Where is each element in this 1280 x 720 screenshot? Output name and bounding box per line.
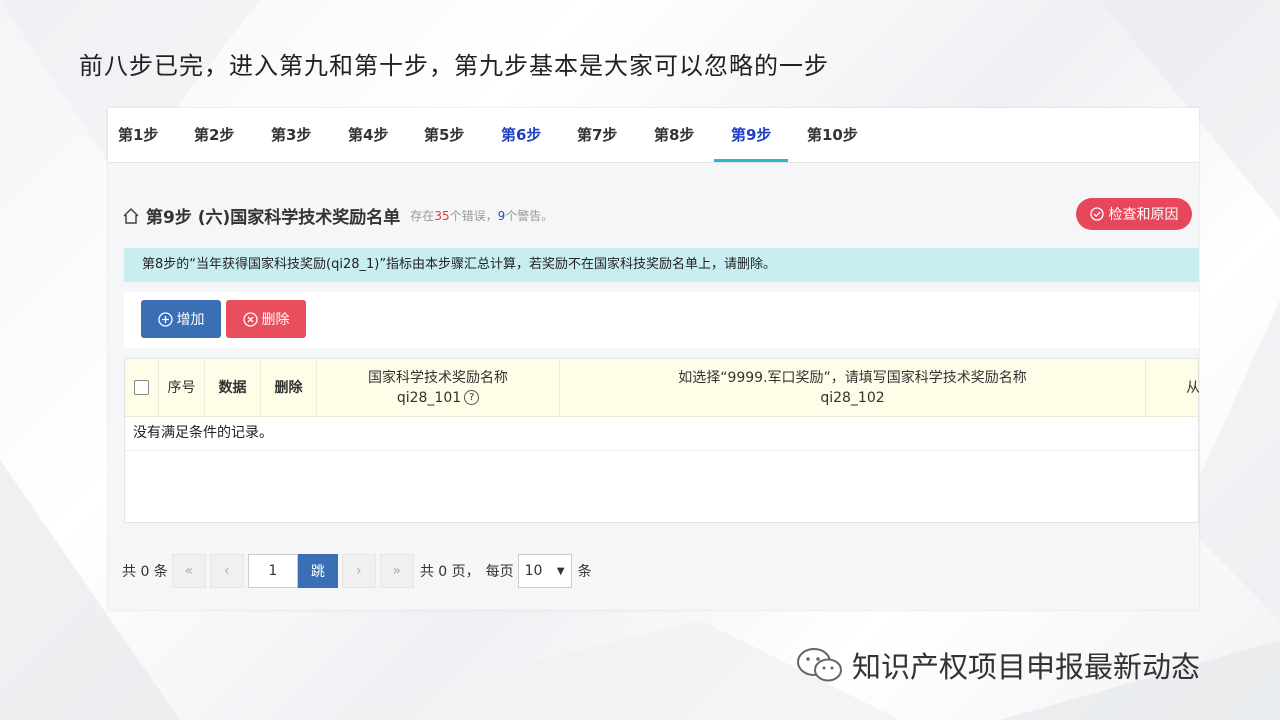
col-index[interactable]: 序号 — [159, 359, 205, 416]
table-header: 序号 数据 删除 国家科学技术奖励名称 qi28_101? 如选择“9999.军… — [125, 359, 1199, 417]
total-pages: 共 0 页， — [419, 564, 480, 580]
tab-step-9[interactable]: 第9步 — [713, 108, 790, 162]
select-all-checkbox[interactable] — [134, 380, 149, 395]
add-button[interactable]: 增加 — [141, 300, 221, 338]
wechat-icon — [797, 648, 842, 682]
check-reason-button[interactable]: 检查和原因 — [1076, 198, 1192, 230]
empty-message: 没有满足条件的记录。 — [125, 416, 1198, 451]
tab-step-3[interactable]: 第3步 — [271, 108, 311, 162]
home-icon — [123, 207, 139, 224]
next-page-button[interactable]: › — [341, 554, 376, 588]
pagination: 共 0 条 « ‹ 跳 › » 共 0 页， 每页 10 ▼ 条 — [122, 554, 592, 588]
toolbar: 增加 删除 — [124, 292, 1199, 348]
select-all-cell — [125, 359, 159, 416]
footer-text: 知识产权项目申报最新动态 — [852, 650, 1201, 684]
notice-bar: 第8步的“当年获得国家科技奖励(qi28_1)”指标由本步骤汇总计算，若奖励不在… — [124, 248, 1199, 282]
help-icon[interactable]: ? — [464, 390, 480, 405]
page-number-input[interactable] — [247, 554, 298, 588]
col-other-name[interactable]: 如选择“9999.军口奖励”，请填写国家科学技术奖励名称 qi28_102 — [560, 359, 1146, 416]
footer-watermark: 知识产权项目申报最新动态 — [794, 644, 1200, 686]
per-page-select[interactable]: 10 ▼ — [517, 554, 572, 588]
tab-step-4[interactable]: 第4步 — [348, 108, 388, 162]
col-next[interactable]: 从 — [1146, 359, 1199, 416]
total-records: 共 0 条 — [122, 564, 168, 580]
delete-button[interactable]: 删除 — [226, 300, 306, 338]
tab-step-5[interactable]: 第5步 — [424, 108, 464, 162]
tab-step-10[interactable]: 第10步 — [807, 108, 858, 162]
tab-step-8[interactable]: 第8步 — [654, 108, 694, 162]
prev-page-button[interactable]: ‹ — [209, 554, 244, 588]
col-delete[interactable]: 删除 — [261, 359, 317, 416]
per-page-label: 每页 — [485, 564, 514, 580]
error-summary: 存在35个错误，9个警告。 — [410, 209, 554, 223]
tab-step-2[interactable]: 第2步 — [194, 108, 234, 162]
col-award-name[interactable]: 国家科学技术奖励名称 qi28_101? — [317, 359, 560, 416]
go-page-button[interactable]: 跳 — [297, 554, 338, 588]
per-page-unit: 条 — [577, 564, 592, 580]
tab-step-7[interactable]: 第7步 — [577, 108, 617, 162]
data-table: 序号 数据 删除 国家科学技术奖励名称 qi28_101? 如选择“9999.军… — [124, 358, 1199, 523]
first-page-button[interactable]: « — [171, 554, 206, 588]
check-circle-icon — [1089, 207, 1104, 221]
caret-down-icon: ▼ — [556, 565, 565, 577]
col-data[interactable]: 数据 — [205, 359, 261, 416]
slide-title: 前八步已完，进入第九和第十步，第九步基本是大家可以忽略的一步 — [79, 52, 829, 80]
plus-circle-icon — [157, 311, 173, 327]
close-circle-icon — [242, 311, 258, 327]
step-tabs: 第1步 第2步 第3步 第4步 第5步 第6步 第7步 第8步 第9步 第10步 — [108, 108, 1199, 163]
tab-step-6[interactable]: 第6步 — [501, 108, 541, 162]
page-header: 第9步 (六)国家科学技术奖励名单 存在35个错误，9个警告。 — [122, 203, 553, 228]
error-count: 35 — [434, 209, 450, 223]
page-title: 第9步 (六)国家科学技术奖励名单 — [146, 208, 401, 228]
app-panel: 第1步 第2步 第3步 第4步 第5步 第6步 第7步 第8步 第9步 第10步… — [108, 108, 1199, 610]
tab-step-1[interactable]: 第1步 — [118, 108, 158, 162]
last-page-button[interactable]: » — [379, 554, 414, 588]
